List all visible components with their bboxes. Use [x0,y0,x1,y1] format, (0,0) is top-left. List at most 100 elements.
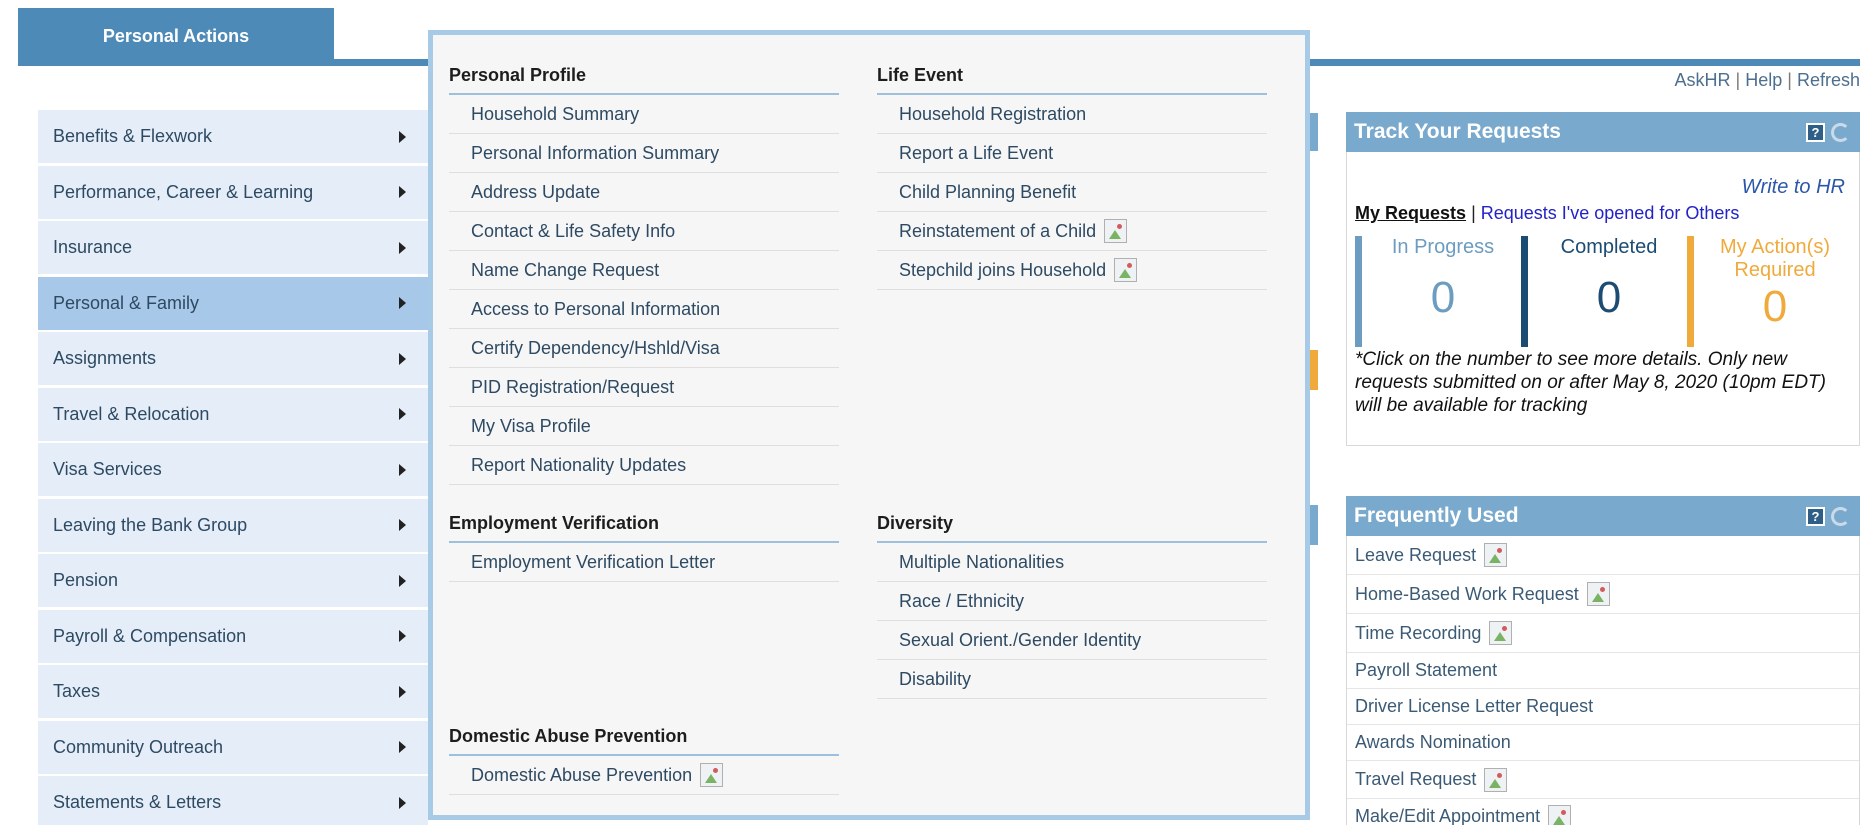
link-child-planning-benefit[interactable]: Child Planning Benefit [877,173,1267,212]
link-household-summary[interactable]: Household Summary [449,95,839,134]
refresh-icon[interactable] [1831,122,1850,142]
link-label: Certify Dependency/Hshld/Visa [471,337,720,358]
link-sexual-orientation-gender-identity[interactable]: Sexual Orient./Gender Identity [877,621,1267,660]
help-icon[interactable]: ? [1806,122,1825,142]
counter-label: Required [1734,259,1816,281]
menu-item-statements-letters[interactable]: Statements & Letters [38,776,428,825]
link-personal-information-summary[interactable]: Personal Information Summary [449,134,839,173]
menu-item-visa-services[interactable]: Visa Services [38,443,428,496]
menu-item-payroll-compensation[interactable]: Payroll & Compensation [38,609,428,663]
link-separator: | [1735,70,1741,90]
menu-item-travel-relocation[interactable]: Travel & Relocation [38,387,428,441]
freq-item-awards-nomination[interactable]: Awards Nomination [1347,725,1859,761]
freq-item-home-based-work[interactable]: Home-Based Work Request [1347,575,1859,614]
menu-item-label: Pension [53,570,119,590]
link-reinstatement-child[interactable]: Reinstatement of a Child [877,212,1267,251]
section-domestic-abuse-prevention: Domestic Abuse Prevention Domestic Abuse… [449,726,839,795]
menu-item-label: Personal & Family [53,292,200,313]
freq-item-time-recording[interactable]: Time Recording [1347,614,1859,653]
link-multiple-nationalities[interactable]: Multiple Nationalities [877,543,1267,582]
menu-item-label: Leaving the Bank Group [53,514,248,535]
help-link[interactable]: Help [1745,70,1782,90]
menu-item-assignments[interactable]: Assignments [38,332,428,385]
link-pid-registration[interactable]: PID Registration/Request [449,368,839,407]
menu-item-personal-family[interactable]: Personal & Family [38,276,428,330]
link-stepchild-joins-household[interactable]: Stepchild joins Household [877,251,1267,290]
menu-item-taxes[interactable]: Taxes [38,665,428,718]
menu-item-label: Benefits & Flexwork [53,126,213,146]
tab-requests-for-others[interactable]: Requests I've opened for Others [1481,203,1740,223]
widget-body: Leave Request Home-Based Work Request Ti… [1346,536,1860,825]
menu-item-label: Assignments [53,348,157,368]
menu-item-pension[interactable]: Pension [38,554,428,607]
caret-right-icon [399,408,406,420]
widget-title: Track Your Requests [1354,120,1561,143]
link-my-visa-profile[interactable]: My Visa Profile [449,407,839,446]
link-household-registration[interactable]: Household Registration [877,95,1267,134]
link-label: Race / Ethnicity [899,590,1025,611]
menu-item-community-outreach[interactable]: Community Outreach [38,720,428,774]
caret-right-icon [399,297,406,309]
item-label: Time Recording [1355,622,1482,643]
menu-item-label: Visa Services [53,459,162,479]
write-to-hr-link[interactable]: Write to HR [1347,152,1859,199]
link-label: Personal Information Summary [471,142,720,163]
menu-item-benefits-flexwork[interactable]: Benefits & Flexwork [38,110,428,163]
help-icon[interactable]: ? [1806,506,1825,526]
section-title: Diversity [877,513,1267,543]
link-race-ethnicity[interactable]: Race / Ethnicity [877,582,1267,621]
action-required-count[interactable]: 0 [1763,282,1787,332]
link-domestic-abuse-prevention[interactable]: Domestic Abuse Prevention [449,756,839,795]
item-label: Payroll Statement [1355,660,1498,680]
menu-item-performance-career-learning[interactable]: Performance, Career & Learning [38,165,428,219]
menu-item-leaving-bank-group[interactable]: Leaving the Bank Group [38,498,428,552]
tracking-note: *Click on the number to see more details… [1355,349,1826,416]
link-certify-dependency[interactable]: Certify Dependency/Hshld/Visa [449,329,839,368]
freq-item-leave-request[interactable]: Leave Request [1347,536,1859,575]
link-label: Stepchild joins Household [899,259,1107,280]
frequently-used-widget: Frequently Used ? Leave Request Home-Bas… [1346,496,1860,825]
freq-item-make-edit-appointment[interactable]: Make/Edit Appointment [1347,799,1859,825]
askhr-link[interactable]: AskHR [1674,70,1730,90]
link-label: Sexual Orient./Gender Identity [899,629,1142,650]
tab-my-requests[interactable]: My Requests [1355,203,1466,223]
freq-item-payroll-statement[interactable]: Payroll Statement [1347,653,1859,689]
counter-in-progress: In Progress 0 [1355,236,1521,347]
link-report-nationality-updates[interactable]: Report Nationality Updates [449,446,839,485]
link-report-life-event[interactable]: Report a Life Event [877,134,1267,173]
freq-item-driver-license-letter[interactable]: Driver License Letter Request [1347,689,1859,725]
menu-item-insurance[interactable]: Insurance [38,221,428,274]
refresh-icon[interactable] [1831,506,1850,526]
tab-personal-actions[interactable]: Personal Actions [18,8,334,66]
link-disability[interactable]: Disability [877,660,1267,699]
in-progress-count[interactable]: 0 [1431,273,1455,323]
item-label: Make/Edit Appointment [1355,806,1541,825]
item-label: Leave Request [1355,544,1477,565]
background-widget-header [1310,505,1318,545]
caret-right-icon [399,519,406,531]
link-access-personal-information[interactable]: Access to Personal Information [449,290,839,329]
link-employment-verification-letter[interactable]: Employment Verification Letter [449,543,839,582]
section-title: Domestic Abuse Prevention [449,726,839,756]
link-contact-life-safety[interactable]: Contact & Life Safety Info [449,212,839,251]
freq-item-travel-request[interactable]: Travel Request [1347,761,1859,799]
link-name-change-request[interactable]: Name Change Request [449,251,839,290]
link-label: Reinstatement of a Child [899,220,1097,241]
caret-right-icon [399,186,406,198]
broken-image-icon [1586,582,1610,606]
broken-image-icon [700,763,724,787]
broken-image-icon [1548,804,1572,825]
caret-right-icon [399,463,406,476]
link-label: Multiple Nationalities [899,551,1065,572]
widget-header: Track Your Requests ? [1346,112,1860,152]
refresh-link[interactable]: Refresh [1797,70,1860,90]
link-address-update[interactable]: Address Update [449,173,839,212]
status-bar [1687,236,1694,347]
section-title: Life Event [877,65,1267,95]
item-label: Travel Request [1355,769,1477,789]
item-label: Awards Nomination [1355,732,1511,752]
widget-header: Frequently Used ? [1346,496,1860,536]
completed-count[interactable]: 0 [1597,273,1621,323]
tab-separator: | [1471,203,1476,223]
section-employment-verification: Employment Verification Employment Verif… [449,513,839,582]
